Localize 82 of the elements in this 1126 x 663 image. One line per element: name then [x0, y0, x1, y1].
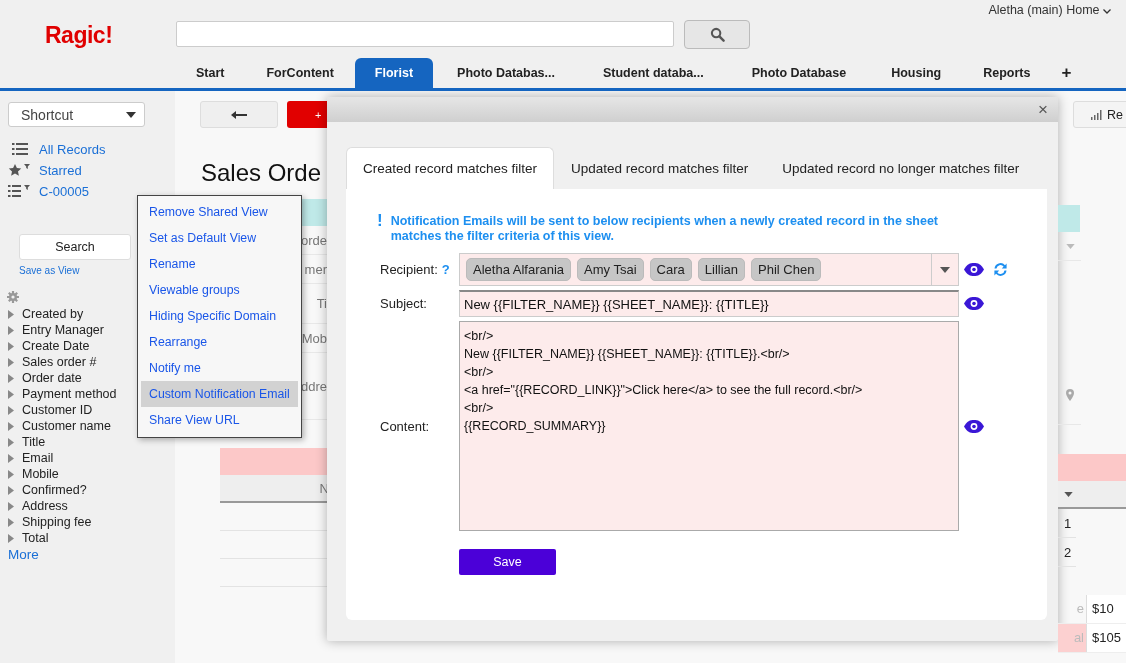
- preview-eye-icon[interactable]: [964, 419, 984, 433]
- search-icon: [709, 27, 725, 42]
- form-label: Mob: [301, 330, 327, 346]
- view-link[interactable]: All Records: [39, 141, 106, 157]
- nav-tab[interactable]: Photo Database: [727, 58, 871, 88]
- recipient-tag[interactable]: Cara: [649, 258, 692, 281]
- recipient-tag[interactable]: Phil Chen: [751, 258, 822, 281]
- summary-value: $105: [1087, 624, 1126, 652]
- form-label: Ti: [316, 296, 327, 311]
- menu-item[interactable]: Set as Default View: [141, 225, 298, 251]
- field-label: Content:: [380, 418, 430, 434]
- nav-tab[interactable]: Reports: [962, 58, 1052, 88]
- view-link[interactable]: C-00005: [39, 183, 89, 199]
- summary-label: al: [1058, 624, 1087, 652]
- field-filter-item[interactable]: Mobile: [8, 466, 175, 482]
- recipient-tag[interactable]: Amy Tsai: [577, 258, 644, 281]
- caret-icon: [940, 266, 950, 273]
- recipient-tag[interactable]: Aletha Alfarania: [466, 258, 572, 281]
- sort-caret-icon: [1064, 491, 1073, 497]
- field-filter-item[interactable]: Title: [8, 434, 175, 450]
- nav-tab[interactable]: Student databa...: [579, 58, 728, 88]
- section-bar: [1058, 205, 1080, 232]
- caret-icon: [126, 111, 136, 118]
- menu-item[interactable]: Remove Shared View: [141, 199, 298, 225]
- nav-tab[interactable]: ForContent: [245, 58, 355, 88]
- table-cell: 2: [1064, 544, 1072, 560]
- shortcut-dropdown[interactable]: Shortcut: [8, 102, 145, 127]
- section-bar: [1058, 454, 1126, 481]
- recipient-tag[interactable]: Lillian: [697, 258, 745, 281]
- nav-tab[interactable]: Florist: [354, 58, 434, 88]
- save-button[interactable]: Save: [459, 549, 556, 575]
- search-button[interactable]: [684, 20, 750, 49]
- signal-bars-icon: [1091, 109, 1103, 120]
- search-button[interactable]: Search: [19, 234, 131, 260]
- preview-eye-icon[interactable]: [964, 297, 984, 310]
- user-menu[interactable]: Aletha (main) Home: [988, 3, 1111, 17]
- field-label: Subject:: [380, 296, 427, 311]
- summary-value: $10: [1087, 595, 1126, 623]
- chevron-down-icon: [1103, 9, 1111, 14]
- form-label: mer: [304, 261, 327, 277]
- nav-tab[interactable]: Start: [175, 58, 246, 88]
- recipient-field[interactable]: Aletha Alfarania Amy Tsai Cara Lillian Phil Chen: [459, 253, 959, 286]
- tab[interactable]: Updated record no longer matches filter: [765, 147, 1037, 189]
- logo[interactable]: Ragic!: [45, 22, 113, 49]
- subject-field[interactable]: New {{FILTER_NAME}} {{SHEET_NAME}}: {{TITLE}}: [459, 290, 959, 317]
- search-field[interactable]: [176, 21, 674, 47]
- new-record-button[interactable]: +: [287, 101, 327, 128]
- left-arrow-icon: [231, 110, 247, 119]
- view-link[interactable]: Starred: [39, 162, 82, 178]
- menu-item[interactable]: Custom Notification Email: [141, 381, 298, 407]
- field-filter-item[interactable]: Total: [8, 530, 175, 546]
- field-filter-item[interactable]: Address: [8, 498, 175, 514]
- menu-item[interactable]: Share View URL: [141, 407, 298, 433]
- field-label: Recipient:: [380, 262, 438, 277]
- sheet-title: Sales Orde: [201, 159, 323, 188]
- field-filter-item[interactable]: Email: [8, 450, 175, 466]
- table-cell: 1: [1064, 515, 1072, 531]
- refresh-icon[interactable]: [992, 261, 1009, 278]
- add-tab-button[interactable]: +: [1051, 58, 1078, 88]
- form-label: ddre: [300, 378, 327, 394]
- list-filter-icon: [8, 185, 32, 197]
- notice-text: Notification Emails will be sent to below recipients when a newly created record in the sheet matches the filter criteria of this view.: [390, 214, 940, 244]
- tab[interactable]: Updated record matches filter: [554, 147, 766, 189]
- nav-tab[interactable]: Photo Databas...: [433, 58, 579, 88]
- report-button[interactable]: Re: [1073, 101, 1126, 128]
- field-filter-item[interactable]: Confirmed?: [8, 482, 175, 498]
- form-label: orde: [300, 232, 327, 248]
- content-field[interactable]: <br/> New {{FILTER_NAME}} {{SHEET_NAME}}: {{TITLE}}.<br/> <br/> <a href="{{RECORD_LINK}}">Click here</a> to see the full record.<br/> <br/> {{RECORD_SUMMARY}}: [459, 321, 959, 531]
- field-filter-item[interactable]: Shipping fee: [8, 514, 175, 530]
- close-button[interactable]: ×: [1028, 99, 1058, 120]
- location-pin-icon: [1066, 389, 1074, 401]
- preview-eye-icon[interactable]: [964, 263, 984, 276]
- exclamation-icon: !: [377, 214, 383, 244]
- menu-item[interactable]: Notify me: [141, 355, 298, 381]
- more-link[interactable]: More: [8, 547, 175, 562]
- column-header: N: [319, 480, 327, 496]
- star-filter-icon: [8, 163, 32, 177]
- menu-item[interactable]: Rename: [141, 251, 298, 277]
- menu-item[interactable]: Viewable groups: [141, 277, 298, 303]
- caret-icon: [1066, 243, 1075, 249]
- nav-tab[interactable]: Housing: [870, 58, 963, 88]
- tab[interactable]: Created record matches filter: [346, 147, 555, 189]
